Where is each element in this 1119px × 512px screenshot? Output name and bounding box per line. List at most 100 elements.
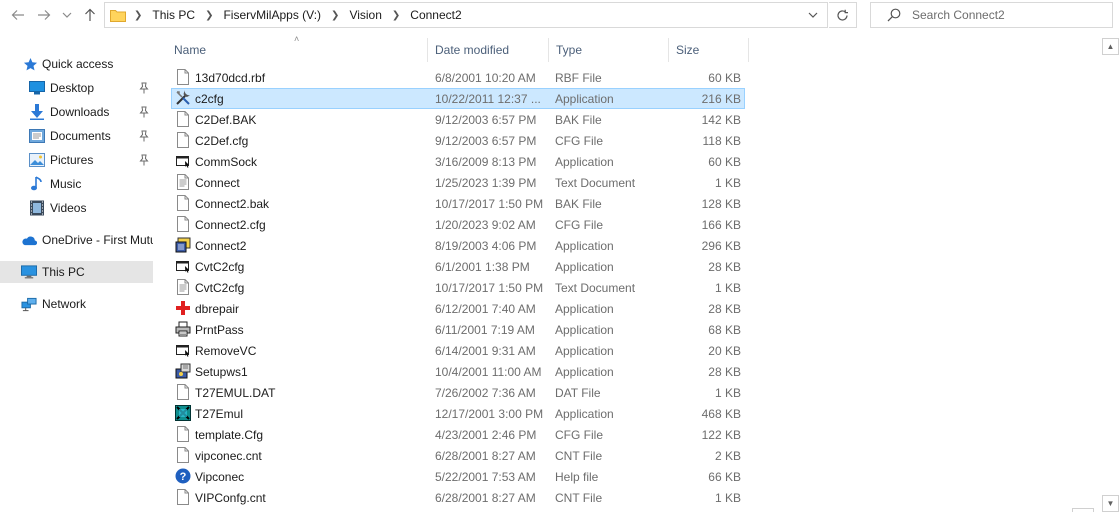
column-header-size[interactable]: Size [669, 38, 749, 62]
search-input[interactable] [912, 8, 1102, 22]
file-type: BAK File [555, 197, 602, 211]
file-date: 6/11/2001 7:19 AM [435, 323, 535, 337]
search-box[interactable] [870, 2, 1113, 28]
file-type: Application [555, 92, 614, 106]
nav-desktop[interactable]: Desktop [0, 77, 153, 99]
file-name: C2Def.BAK [195, 113, 257, 127]
file-name: CommSock [195, 155, 258, 169]
file-size: 128 KB [701, 197, 741, 211]
file-row[interactable]: C2Def.BAK 9/12/2003 6:57 PM BAK File 142 KB [171, 109, 745, 130]
tools-app-icon [175, 90, 191, 106]
breadcrumb-vision[interactable]: Vision [349, 8, 381, 22]
nav-documents[interactable]: Documents [0, 125, 153, 147]
file-row[interactable]: template.Cfg 4/23/2001 2:46 PM CFG File 122… [171, 424, 745, 445]
generic-file-icon [175, 132, 191, 148]
chevron-right-icon[interactable]: ❯ [331, 10, 339, 21]
nav-label: Network [42, 297, 87, 311]
pin-icon[interactable] [139, 82, 149, 94]
file-row[interactable]: ? Vipconec 5/22/2001 7:53 AM Help file 66 KB [171, 466, 745, 487]
file-row[interactable]: RemoveVC 6/14/2001 9:31 AM Application 20 K… [171, 340, 745, 361]
file-row[interactable]: Connect 1/25/2023 1:39 PM Text Document 1 K… [171, 172, 745, 193]
file-type: CNT File [555, 491, 603, 505]
recent-locations-button[interactable] [60, 4, 74, 26]
file-row[interactable]: Connect2.bak 10/17/2017 1:50 PM BAK File 12… [171, 193, 745, 214]
breadcrumb-drive[interactable]: FiservMilApps (V:) [223, 8, 321, 22]
star-icon [22, 56, 38, 72]
column-header-name[interactable]: Name [167, 38, 427, 62]
chevron-right-icon[interactable]: ❯ [205, 10, 213, 21]
up-button[interactable] [80, 4, 100, 26]
pin-icon[interactable] [139, 106, 149, 118]
file-name: vipconec.cnt [195, 449, 262, 463]
address-bar[interactable]: ❯ This PC ❯ FiservMilApps (V:) ❯ Vision … [104, 2, 828, 28]
file-size: 68 KB [708, 323, 741, 337]
file-type: Application [555, 302, 614, 316]
file-type: Application [555, 365, 614, 379]
file-date: 6/28/2001 8:27 AM [435, 449, 536, 463]
nav-quick-access[interactable]: Quick access [0, 53, 153, 75]
file-row[interactable]: VIPConfg.cnt 6/28/2001 8:27 AM CNT File 1 K… [171, 487, 745, 508]
arrow-left-icon [11, 10, 24, 20]
file-row[interactable]: CvtC2cfg 6/1/2001 1:38 PM Application 28 KB [171, 256, 745, 277]
file-row[interactable]: Setupws1 10/4/2001 11:00 AM Application 28 … [171, 361, 745, 382]
column-label: Size [676, 43, 700, 57]
nav-music[interactable]: Music [0, 173, 153, 195]
file-date: 12/17/2001 3:00 PM [435, 407, 544, 421]
file-size: 60 KB [708, 155, 741, 169]
file-date: 9/12/2003 6:57 PM [435, 113, 537, 127]
file-type: Application [555, 344, 614, 358]
file-row[interactable]: PrntPass 6/11/2001 7:19 AM Application 68 K… [171, 319, 745, 340]
cloud-icon [21, 232, 37, 248]
chevron-right-icon[interactable]: ❯ [134, 10, 142, 21]
file-type: Help file [555, 470, 599, 484]
forward-button[interactable] [34, 4, 54, 26]
text-file-icon [175, 279, 191, 295]
file-row[interactable]: Connect2 8/19/2003 4:06 PM Application 296 … [171, 235, 745, 256]
file-type: Application [555, 260, 614, 274]
file-type: Application [555, 323, 614, 337]
breadcrumb-connect2[interactable]: Connect2 [410, 8, 461, 22]
scroll-up-button[interactable]: ▲ [1102, 38, 1119, 55]
back-button[interactable] [8, 4, 28, 26]
file-row[interactable]: c2cfg 10/22/2011 12:37 ... Application 216 … [171, 88, 745, 109]
scrollbar-thumb[interactable] [1104, 56, 1117, 506]
nav-this-pc[interactable]: This PC [0, 261, 153, 283]
nav-videos[interactable]: Videos [0, 197, 153, 219]
column-label: Type [556, 43, 583, 57]
file-row[interactable]: vipconec.cnt 6/28/2001 8:27 AM CNT File 2 K… [171, 445, 745, 466]
file-row[interactable]: CvtC2cfg 10/17/2017 1:50 PM Text Document 1… [171, 277, 745, 298]
file-row[interactable]: C2Def.cfg 9/12/2003 6:57 PM CFG File 118 KB [171, 130, 745, 151]
download-icon [29, 104, 45, 120]
chevron-right-icon[interactable]: ❯ [392, 10, 400, 21]
file-row[interactable]: T27Emul 12/17/2001 3:00 PM Application 468 … [171, 403, 745, 424]
column-header-type[interactable]: Type [549, 38, 668, 62]
pin-icon[interactable] [139, 130, 149, 142]
nav-onedrive[interactable]: OneDrive - First Mutu [0, 229, 153, 251]
file-name: Connect [195, 176, 240, 190]
column-divider[interactable] [748, 38, 749, 62]
column-header-date[interactable]: Date modified [428, 38, 548, 62]
nav-downloads[interactable]: Downloads [0, 101, 153, 123]
file-date: 7/26/2002 7:36 AM [435, 386, 536, 400]
file-row[interactable]: T27EMUL.DAT 7/26/2002 7:36 AM DAT File 1 KB [171, 382, 745, 403]
file-date: 10/17/2017 1:50 PM [435, 281, 544, 295]
file-size: 122 KB [701, 428, 741, 442]
file-row[interactable]: 13d70dcd.rbf 6/8/2001 10:20 AM RBF File 60 … [171, 67, 745, 88]
nav-network[interactable]: Network [0, 293, 153, 315]
file-row[interactable]: CommSock 3/16/2009 8:13 PM Application 60 K… [171, 151, 745, 172]
file-type: Text Document [555, 176, 636, 190]
file-name: c2cfg [195, 92, 224, 106]
file-row[interactable]: Connect2.cfg 1/20/2023 9:02 AM CFG File 166… [171, 214, 745, 235]
vertical-scrollbar[interactable]: ▲ ▼ [1102, 38, 1119, 512]
pin-icon[interactable] [139, 154, 149, 166]
scroll-down-button[interactable]: ▼ [1102, 495, 1119, 512]
app-window-icon [175, 258, 191, 274]
file-size: 66 KB [708, 470, 741, 484]
chevron-down-icon[interactable] [807, 9, 819, 21]
nav-pictures[interactable]: Pictures [0, 149, 153, 171]
file-row[interactable]: dbrepair 6/12/2001 7:40 AM Application 28 K… [171, 298, 745, 319]
generic-file-icon [175, 195, 191, 211]
file-date: 9/12/2003 6:57 PM [435, 134, 537, 148]
breadcrumb-this-pc[interactable]: This PC [152, 8, 195, 22]
refresh-button[interactable] [829, 2, 857, 28]
